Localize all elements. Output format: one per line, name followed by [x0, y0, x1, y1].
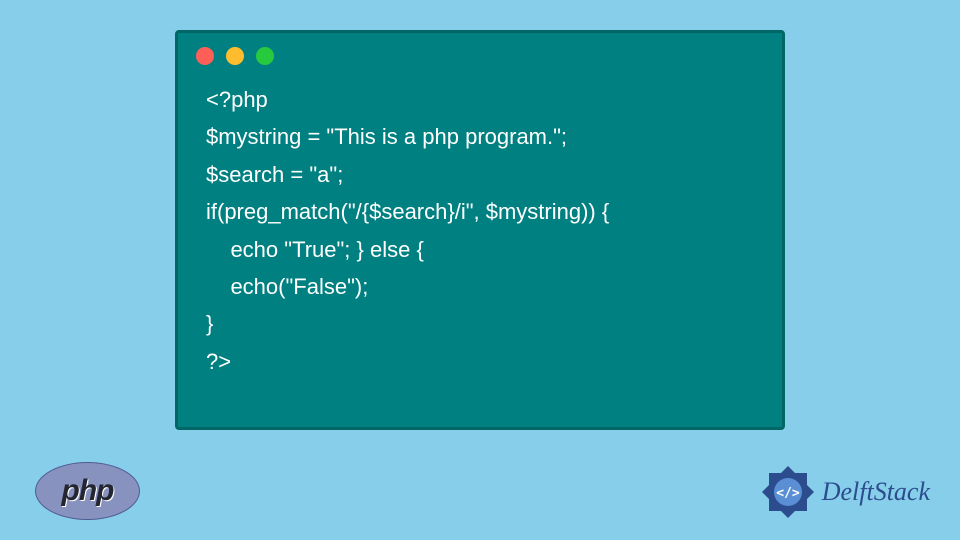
- delftstack-icon: </>: [760, 464, 816, 520]
- delftstack-text: DelftStack: [822, 477, 930, 507]
- code-line: }: [206, 311, 213, 336]
- code-line: echo "True"; } else {: [206, 237, 424, 262]
- maximize-icon: [256, 47, 274, 65]
- code-line: echo("False");: [206, 274, 368, 299]
- code-line: $mystring = "This is a php program.";: [206, 124, 567, 149]
- delftstack-logo: </> DelftStack: [760, 464, 930, 520]
- code-line: $search = "a";: [206, 162, 343, 187]
- minimize-icon: [226, 47, 244, 65]
- window-controls: [178, 33, 782, 71]
- php-logo-text: php: [62, 474, 114, 508]
- php-logo: php: [35, 462, 140, 520]
- svg-text:</>: </>: [776, 486, 800, 501]
- code-line: ?>: [206, 349, 231, 374]
- close-icon: [196, 47, 214, 65]
- code-line: <?php: [206, 87, 268, 112]
- code-content: <?php $mystring = "This is a php program…: [178, 71, 782, 390]
- code-line: if(preg_match("/{$search}/i", $mystring)…: [206, 199, 609, 224]
- code-window: <?php $mystring = "This is a php program…: [175, 30, 785, 430]
